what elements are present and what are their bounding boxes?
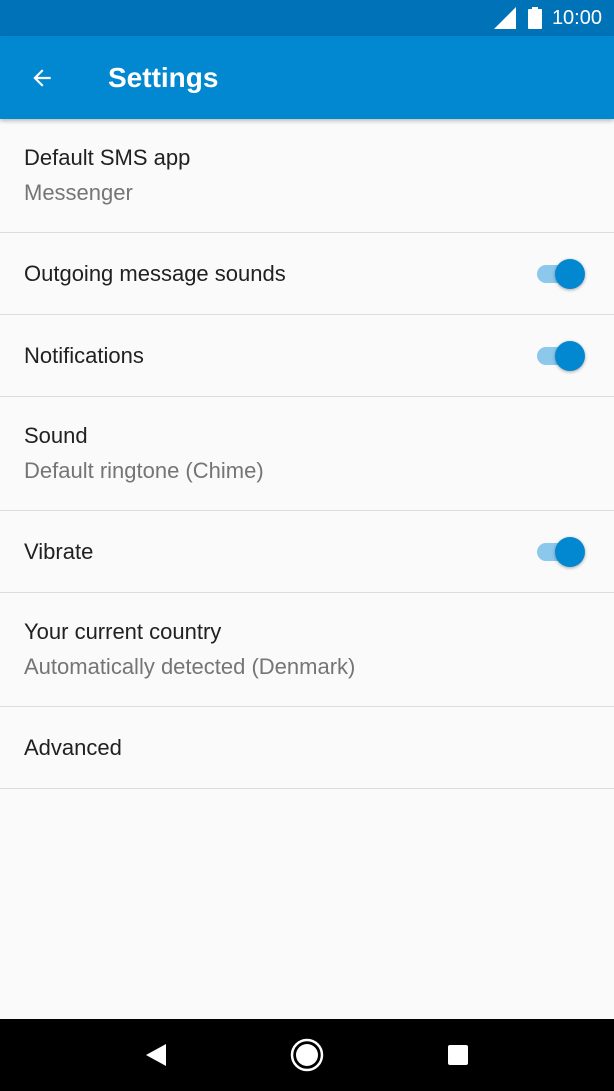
- setting-label: Outgoing message sounds: [24, 260, 286, 286]
- outgoing-sounds-toggle[interactable]: [535, 258, 585, 289]
- nav-home-button[interactable]: [277, 1025, 337, 1085]
- app-bar: Settings: [0, 36, 614, 119]
- setting-advanced[interactable]: Advanced: [0, 707, 614, 789]
- setting-current-country[interactable]: Your current country Automatically detec…: [0, 593, 614, 707]
- switch-thumb: [555, 258, 585, 289]
- navigation-bar: [0, 1019, 614, 1091]
- setting-label: Your current country: [24, 619, 222, 644]
- setting-vibrate[interactable]: Vibrate: [0, 511, 614, 593]
- vibrate-toggle[interactable]: [535, 536, 585, 567]
- setting-summary: Automatically detected (Denmark): [24, 654, 356, 679]
- setting-notifications[interactable]: Notifications: [0, 315, 614, 397]
- setting-label: Default SMS app: [24, 145, 191, 170]
- nav-home-icon: [290, 1038, 324, 1072]
- back-button[interactable]: [0, 36, 84, 119]
- setting-summary: Messenger: [24, 180, 133, 205]
- nav-back-icon: [145, 1044, 166, 1066]
- nav-recents-button[interactable]: [428, 1025, 488, 1085]
- status-bar: 10:00: [0, 0, 614, 36]
- setting-default-sms-app[interactable]: Default SMS app Messenger: [0, 119, 614, 233]
- arrow-back-icon: [33, 68, 51, 87]
- notifications-toggle[interactable]: [535, 340, 585, 371]
- page-title: Settings: [108, 61, 219, 93]
- signal-icon: [493, 7, 516, 29]
- clock: 10:00: [551, 6, 602, 29]
- setting-label: Vibrate: [24, 538, 94, 564]
- setting-summary: Default ringtone (Chime): [24, 458, 264, 483]
- battery-icon: [527, 7, 542, 29]
- switch-thumb: [555, 536, 585, 567]
- setting-sound[interactable]: Sound Default ringtone (Chime): [0, 397, 614, 511]
- setting-label: Sound: [24, 423, 88, 448]
- switch-thumb: [555, 340, 585, 371]
- settings-list: Default SMS app Messenger Outgoing messa…: [0, 119, 614, 789]
- setting-label: Notifications: [24, 342, 144, 368]
- setting-label: Advanced: [24, 734, 122, 760]
- nav-back-button[interactable]: [126, 1025, 186, 1085]
- setting-outgoing-message-sounds[interactable]: Outgoing message sounds: [0, 233, 614, 315]
- nav-recents-icon: [448, 1045, 469, 1065]
